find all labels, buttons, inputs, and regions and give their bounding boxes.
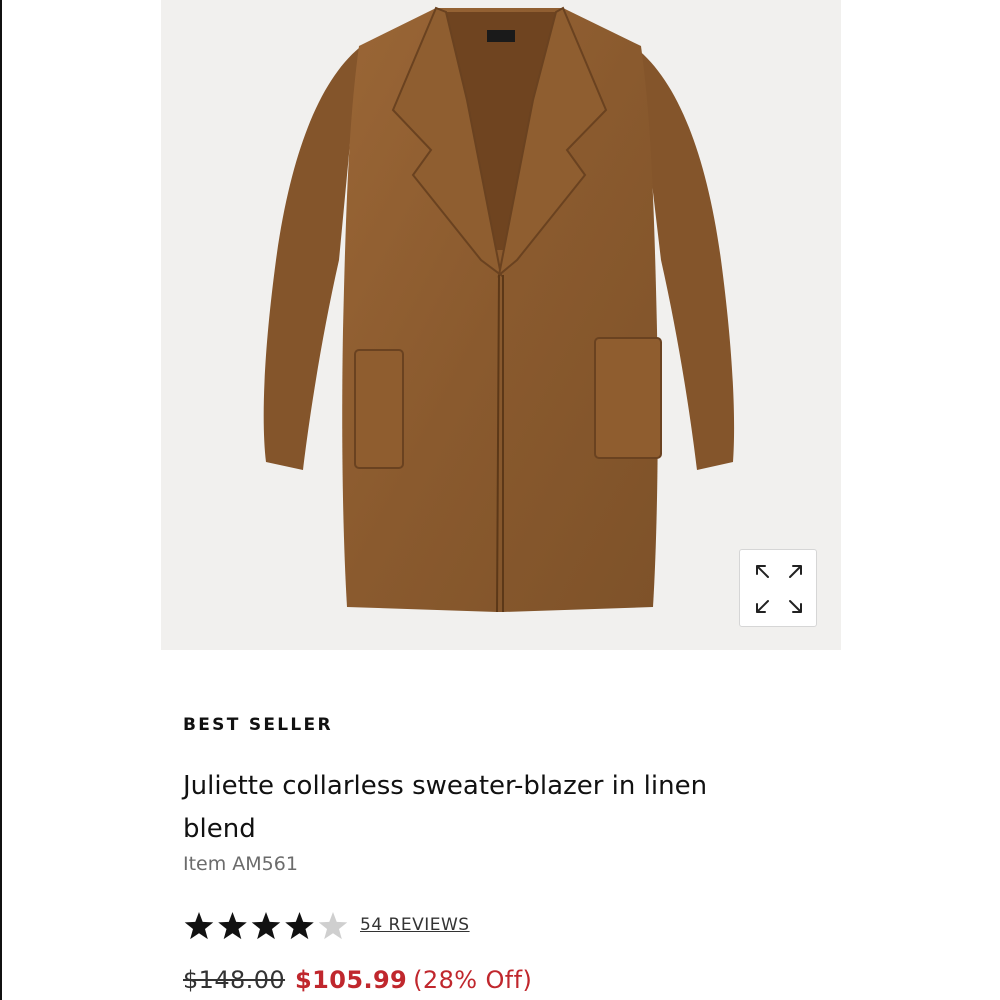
expand-arrows-icon: [756, 565, 802, 613]
star-rating[interactable]: [183, 908, 353, 946]
sale-price: $105.99: [295, 966, 408, 994]
star-filled-icon: [285, 912, 314, 940]
item-number: Item AM561: [183, 853, 298, 875]
star-filled-icon: [184, 912, 214, 940]
product-title: Juliette collarless sweater-blazer in li…: [183, 771, 708, 844]
brand-label: [487, 30, 515, 42]
page-left-edge: [0, 0, 2, 1000]
best-seller-badge: BEST SELLER: [183, 715, 333, 735]
discount-percent: (28% Off): [413, 966, 533, 994]
expand-image-button[interactable]: [739, 549, 817, 627]
price-row: $148.00 $105.99 (28% Off): [183, 966, 532, 994]
reviews-link[interactable]: 54 REVIEWS: [360, 915, 470, 935]
star-empty-icon: [318, 912, 348, 940]
star-filled-icon: [251, 912, 281, 940]
star-filled-icon: [218, 912, 247, 940]
original-price: $148.00: [183, 966, 286, 994]
